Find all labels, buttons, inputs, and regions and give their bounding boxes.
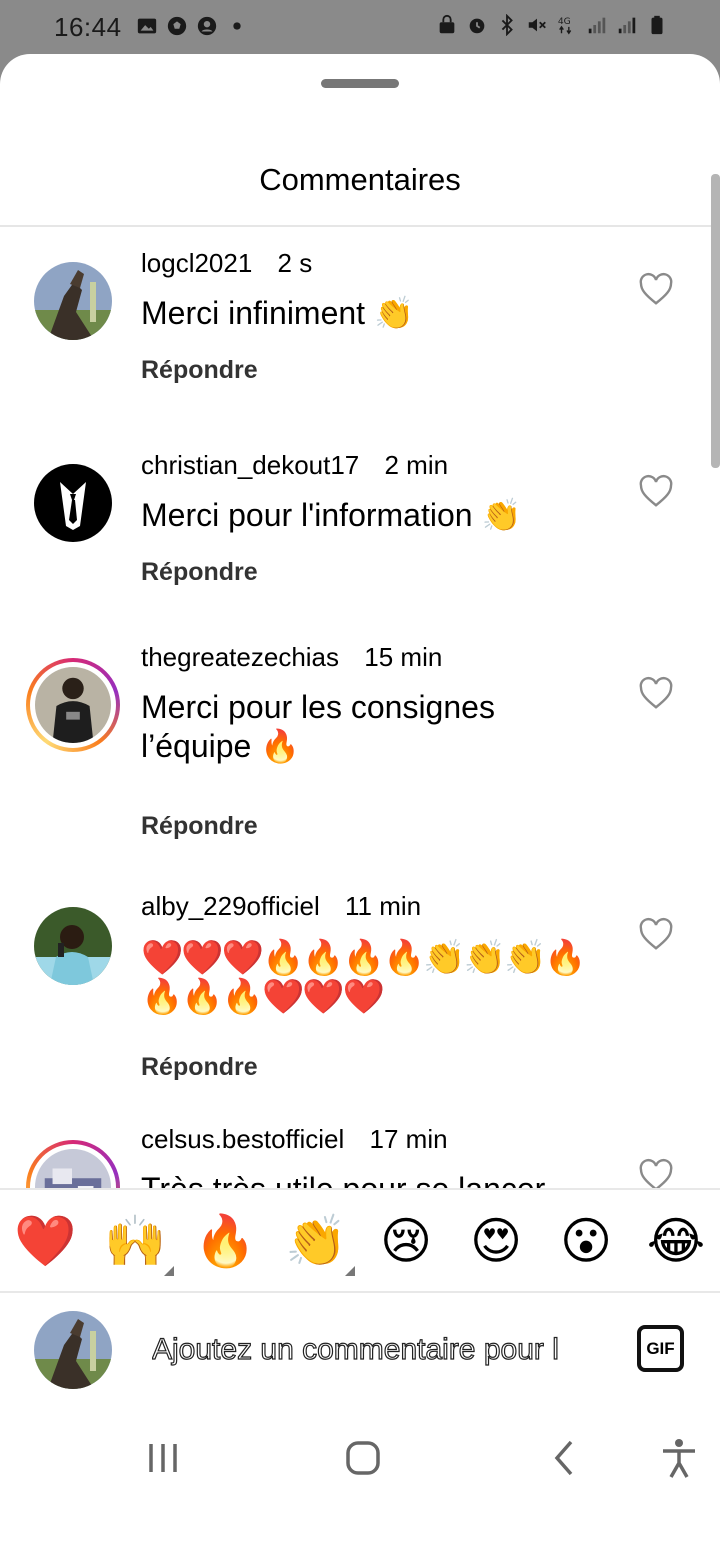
- status-bar: 16:44 4G: [0, 0, 720, 54]
- comment-username[interactable]: alby_229officiel: [141, 891, 320, 921]
- status-left-icons: [136, 15, 248, 37]
- reaction-crying[interactable]: 😢: [375, 1210, 437, 1272]
- avatar[interactable]: [34, 907, 112, 985]
- comment-username[interactable]: christian_dekout17: [141, 450, 359, 480]
- like-heart-icon[interactable]: [638, 676, 674, 710]
- avatar[interactable]: [26, 1140, 120, 1188]
- like-heart-icon[interactable]: [638, 1158, 674, 1188]
- like-heart-icon[interactable]: [638, 272, 674, 306]
- comment-text: Merci pour les consignes l’équipe 🔥: [141, 689, 495, 764]
- comment-time: 2 min: [384, 450, 449, 480]
- comment-username[interactable]: thegreatezechias: [141, 642, 339, 672]
- reply-button[interactable]: Répondre: [141, 812, 258, 841]
- like-heart-icon[interactable]: [638, 917, 674, 951]
- reaction-heart-eyes[interactable]: 😍: [465, 1210, 527, 1272]
- alarm-icon: [466, 14, 488, 36]
- scrollbar[interactable]: [711, 174, 720, 468]
- home-icon[interactable]: [338, 1433, 388, 1483]
- reaction-laughing[interactable]: 😂: [645, 1210, 707, 1272]
- bluetooth-icon: [496, 14, 518, 36]
- comment-list[interactable]: logcl2021 2 s Merci infiniment 👏 Répondr…: [0, 174, 720, 1188]
- signal-icon: [616, 14, 638, 36]
- reaction-surprised[interactable]: 😮: [555, 1210, 617, 1272]
- avatar[interactable]: [34, 262, 112, 340]
- svg-text:4G: 4G: [558, 16, 571, 27]
- current-user-avatar: [34, 1311, 112, 1389]
- reaction-clap-label: 👏: [285, 1212, 348, 1270]
- signal-icon: [586, 14, 608, 36]
- comment-composer: GIF: [0, 1295, 720, 1405]
- reaction-fire[interactable]: 🔥: [194, 1210, 256, 1272]
- gif-button[interactable]: GIF: [637, 1325, 684, 1372]
- battery-icon: [646, 14, 668, 36]
- skin-tone-indicator-icon: [345, 1266, 355, 1276]
- image-icon: [136, 15, 158, 37]
- comment-time: 2 s: [277, 248, 313, 278]
- comment-time: 15 min: [364, 642, 443, 672]
- status-right-icons: 4G: [436, 14, 668, 36]
- reaction-raised-hands-label: 🙌: [104, 1212, 167, 1270]
- dot-icon: [226, 15, 248, 37]
- reply-button[interactable]: Répondre: [141, 558, 258, 587]
- comment-text: Merci pour l'information 👏: [141, 497, 522, 533]
- quick-reactions-bar: ❤️ 🙌 🔥 👏 😢 😍 😮 😂: [0, 1188, 720, 1293]
- avatar[interactable]: [34, 464, 112, 542]
- comment-input[interactable]: [152, 1325, 602, 1375]
- account-icon: [196, 15, 218, 37]
- drag-handle[interactable]: [321, 79, 399, 88]
- comment-text: Merci infiniment 👏: [141, 295, 414, 331]
- mute-icon: [526, 14, 548, 36]
- comment-text: ❤️❤️❤️🔥🔥🔥🔥👏👏👏🔥🔥🔥🔥❤️❤️❤️: [141, 939, 587, 1016]
- back-icon[interactable]: [540, 1433, 590, 1483]
- status-time: 16:44: [54, 12, 122, 42]
- comment-username[interactable]: logcl2021: [141, 248, 252, 278]
- avatar[interactable]: [26, 658, 120, 752]
- accessibility-icon[interactable]: [654, 1433, 704, 1483]
- reaction-raised-hands[interactable]: 🙌: [104, 1210, 174, 1276]
- reaction-clap[interactable]: 👏: [285, 1210, 355, 1276]
- comment-text: Très très utile pour se lancer: [141, 1170, 641, 1188]
- comment-time: 11 min: [345, 891, 422, 921]
- comment-time: 17 min: [369, 1124, 448, 1154]
- like-heart-icon[interactable]: [638, 474, 674, 508]
- reaction-heart[interactable]: ❤️: [14, 1210, 76, 1272]
- reply-button[interactable]: Répondre: [141, 1053, 258, 1082]
- navigation-bar: [0, 1405, 720, 1506]
- skin-tone-indicator-icon: [164, 1266, 174, 1276]
- lock-icon: [436, 14, 458, 36]
- network-4g-icon: 4G: [556, 14, 578, 36]
- comment-username[interactable]: celsus.bestofficiel: [141, 1124, 344, 1154]
- reply-button[interactable]: Répondre: [141, 356, 258, 385]
- soccer-ball-icon: [166, 15, 188, 37]
- recent-apps-icon[interactable]: [138, 1433, 188, 1483]
